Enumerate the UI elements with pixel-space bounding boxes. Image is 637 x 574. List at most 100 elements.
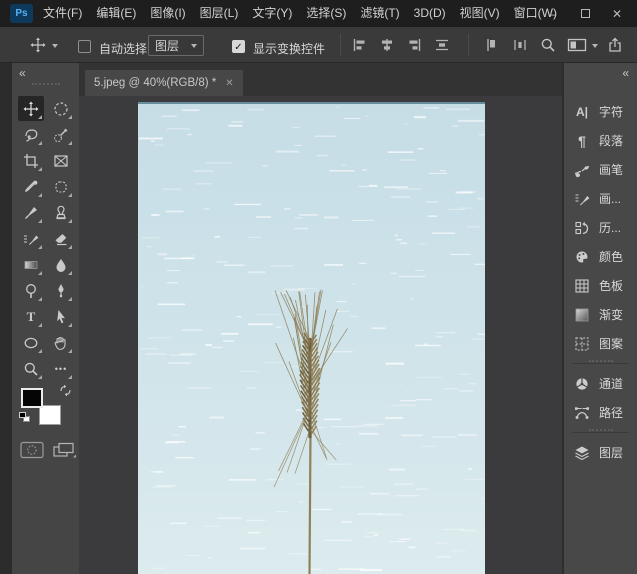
panel-tab-color[interactable]: 颜色 — [564, 242, 637, 271]
background-color-swatch[interactable] — [39, 405, 61, 425]
tool-move[interactable] — [18, 96, 44, 121]
distribute-vertical-centers-icon[interactable] — [434, 37, 450, 53]
menu-layer[interactable]: 图层(L) — [193, 0, 246, 27]
tool-zoom[interactable] — [18, 356, 44, 381]
tool-healing[interactable] — [48, 174, 74, 199]
panel-tab-channels[interactable]: 通道 — [564, 369, 637, 398]
panel-group-divider — [572, 363, 629, 364]
maximize-button[interactable] — [569, 0, 601, 27]
tool-eyedropper[interactable] — [18, 174, 44, 199]
menu-view[interactable]: 视图(V) — [453, 0, 507, 27]
menu-edit[interactable]: 编辑(E) — [89, 0, 143, 27]
panel-tab-brush-settings[interactable]: 画... — [564, 184, 637, 213]
menu-image[interactable]: 图像(I) — [143, 0, 192, 27]
panel-tab-layers[interactable]: 图层 — [564, 438, 637, 467]
auto-select-target-dropdown[interactable]: 图层 — [148, 35, 204, 56]
screen-mode-button[interactable] — [52, 441, 76, 459]
panel-tab-paths[interactable]: 路径 — [564, 398, 637, 427]
panel-tab-swatches[interactable]: 色板 — [564, 271, 637, 300]
tool-dodge[interactable] — [18, 278, 44, 303]
show-transform-label: 显示变换控件 — [253, 40, 325, 57]
distribute-horizontal-icon[interactable] — [512, 37, 528, 53]
menu-select[interactable]: 选择(S) — [299, 0, 353, 27]
tool-shape[interactable] — [18, 330, 44, 355]
search-icon[interactable] — [540, 37, 556, 53]
tool-history-brush[interactable] — [18, 226, 44, 251]
close-button[interactable]: ✕ — [601, 0, 633, 27]
tool-eraser[interactable] — [48, 226, 74, 251]
ellipse-shape-icon — [23, 335, 39, 351]
color-icon — [573, 249, 591, 265]
menu-type[interactable]: 文字(Y) — [245, 0, 299, 27]
panel-tab-paragraph[interactable]: ¶ 段落 — [564, 126, 637, 155]
tool-type[interactable]: T — [18, 304, 44, 329]
show-transform-checkbox[interactable]: ✓ — [232, 40, 245, 53]
document-tab[interactable]: 5.jpeg @ 40%(RGB/8) * ✕ — [85, 70, 243, 96]
tools-collapse-icon[interactable]: « — [19, 67, 26, 79]
gradients-icon — [573, 307, 591, 323]
workspace-arrange-icon[interactable] — [567, 37, 589, 53]
tools-grip[interactable] — [32, 83, 60, 85]
tool-more[interactable]: ••• — [48, 356, 74, 381]
panel-tab-history[interactable]: 历... — [564, 213, 637, 242]
tool-preset-chevron-icon[interactable] — [52, 44, 58, 48]
move-tool-options-icon — [30, 37, 46, 53]
tool-marquee[interactable] — [48, 96, 74, 121]
tool-brush[interactable] — [18, 200, 44, 225]
document-area: 5.jpeg @ 40%(RGB/8) * ✕ — [79, 63, 562, 574]
crop-icon — [23, 153, 39, 169]
quick-mask-button[interactable] — [20, 441, 44, 459]
menu-bar: 文件(F) 编辑(E) 图像(I) 图层(L) 文字(Y) 选择(S) 滤镜(T… — [36, 0, 564, 27]
swap-colors-icon[interactable] — [59, 384, 72, 397]
tool-lasso[interactable] — [18, 122, 44, 147]
tool-quick-select[interactable] — [48, 122, 74, 147]
panel-group-divider — [572, 432, 629, 433]
align-left-icon[interactable] — [352, 37, 368, 53]
tool-path-select[interactable] — [48, 304, 74, 329]
align-right-icon[interactable] — [406, 37, 422, 53]
tab-close-icon[interactable]: ✕ — [225, 78, 233, 89]
photo-wheat-image[interactable] — [138, 102, 485, 574]
foreground-color-swatch[interactable] — [21, 388, 43, 408]
align-center-horizontal-icon[interactable] — [379, 37, 395, 53]
gradient-icon — [23, 257, 39, 273]
minimize-icon: – — [550, 7, 557, 21]
type-tool-icon: T — [27, 309, 36, 325]
share-icon[interactable] — [607, 37, 623, 53]
blur-drop-icon — [53, 257, 69, 273]
menu-file[interactable]: 文件(F) — [36, 0, 89, 27]
patterns-icon — [573, 336, 591, 352]
panel-tab-brushes[interactable]: 画笔 — [564, 155, 637, 184]
canvas-pasteboard[interactable] — [79, 96, 562, 574]
tool-options-bar: 自动选择: 图层 ✓ 显示变换控件 — [0, 27, 637, 63]
layers-icon — [573, 445, 591, 461]
menu-3d[interactable]: 3D(D) — [407, 0, 453, 27]
paragraph-icon: ¶ — [573, 133, 591, 149]
workspace-chevron-icon[interactable] — [592, 44, 598, 48]
tool-gradient[interactable] — [18, 252, 44, 277]
tool-clone-stamp[interactable] — [48, 200, 74, 225]
healing-patch-icon — [53, 179, 69, 195]
default-colors-icon[interactable] — [19, 412, 30, 422]
align-top-edges-icon[interactable] — [484, 37, 500, 53]
lasso-icon — [23, 127, 39, 143]
close-icon: ✕ — [612, 7, 622, 21]
menu-filter[interactable]: 滤镜(T) — [353, 0, 406, 27]
tool-blur[interactable] — [48, 252, 74, 277]
swatches-icon — [573, 278, 591, 294]
selection-arrow-icon — [53, 309, 69, 325]
character-icon: A| — [573, 104, 591, 120]
brushes-icon — [573, 162, 591, 178]
more-tools-icon: ••• — [55, 364, 67, 374]
panel-tab-character[interactable]: A| 字符 — [564, 97, 637, 126]
panel-tab-patterns[interactable]: 图案 — [564, 329, 637, 358]
tool-hand[interactable] — [48, 330, 74, 355]
tool-frame[interactable] — [48, 148, 74, 173]
tool-crop[interactable] — [18, 148, 44, 173]
panel-collapse-icon[interactable]: « — [622, 67, 629, 79]
tool-pen[interactable] — [48, 278, 74, 303]
panel-tab-gradients[interactable]: 渐变 — [564, 300, 637, 329]
minimize-button[interactable]: – — [537, 0, 569, 27]
title-bar: Ps 文件(F) 编辑(E) 图像(I) 图层(L) 文字(Y) 选择(S) 滤… — [0, 0, 637, 27]
auto-select-checkbox[interactable] — [78, 40, 91, 53]
